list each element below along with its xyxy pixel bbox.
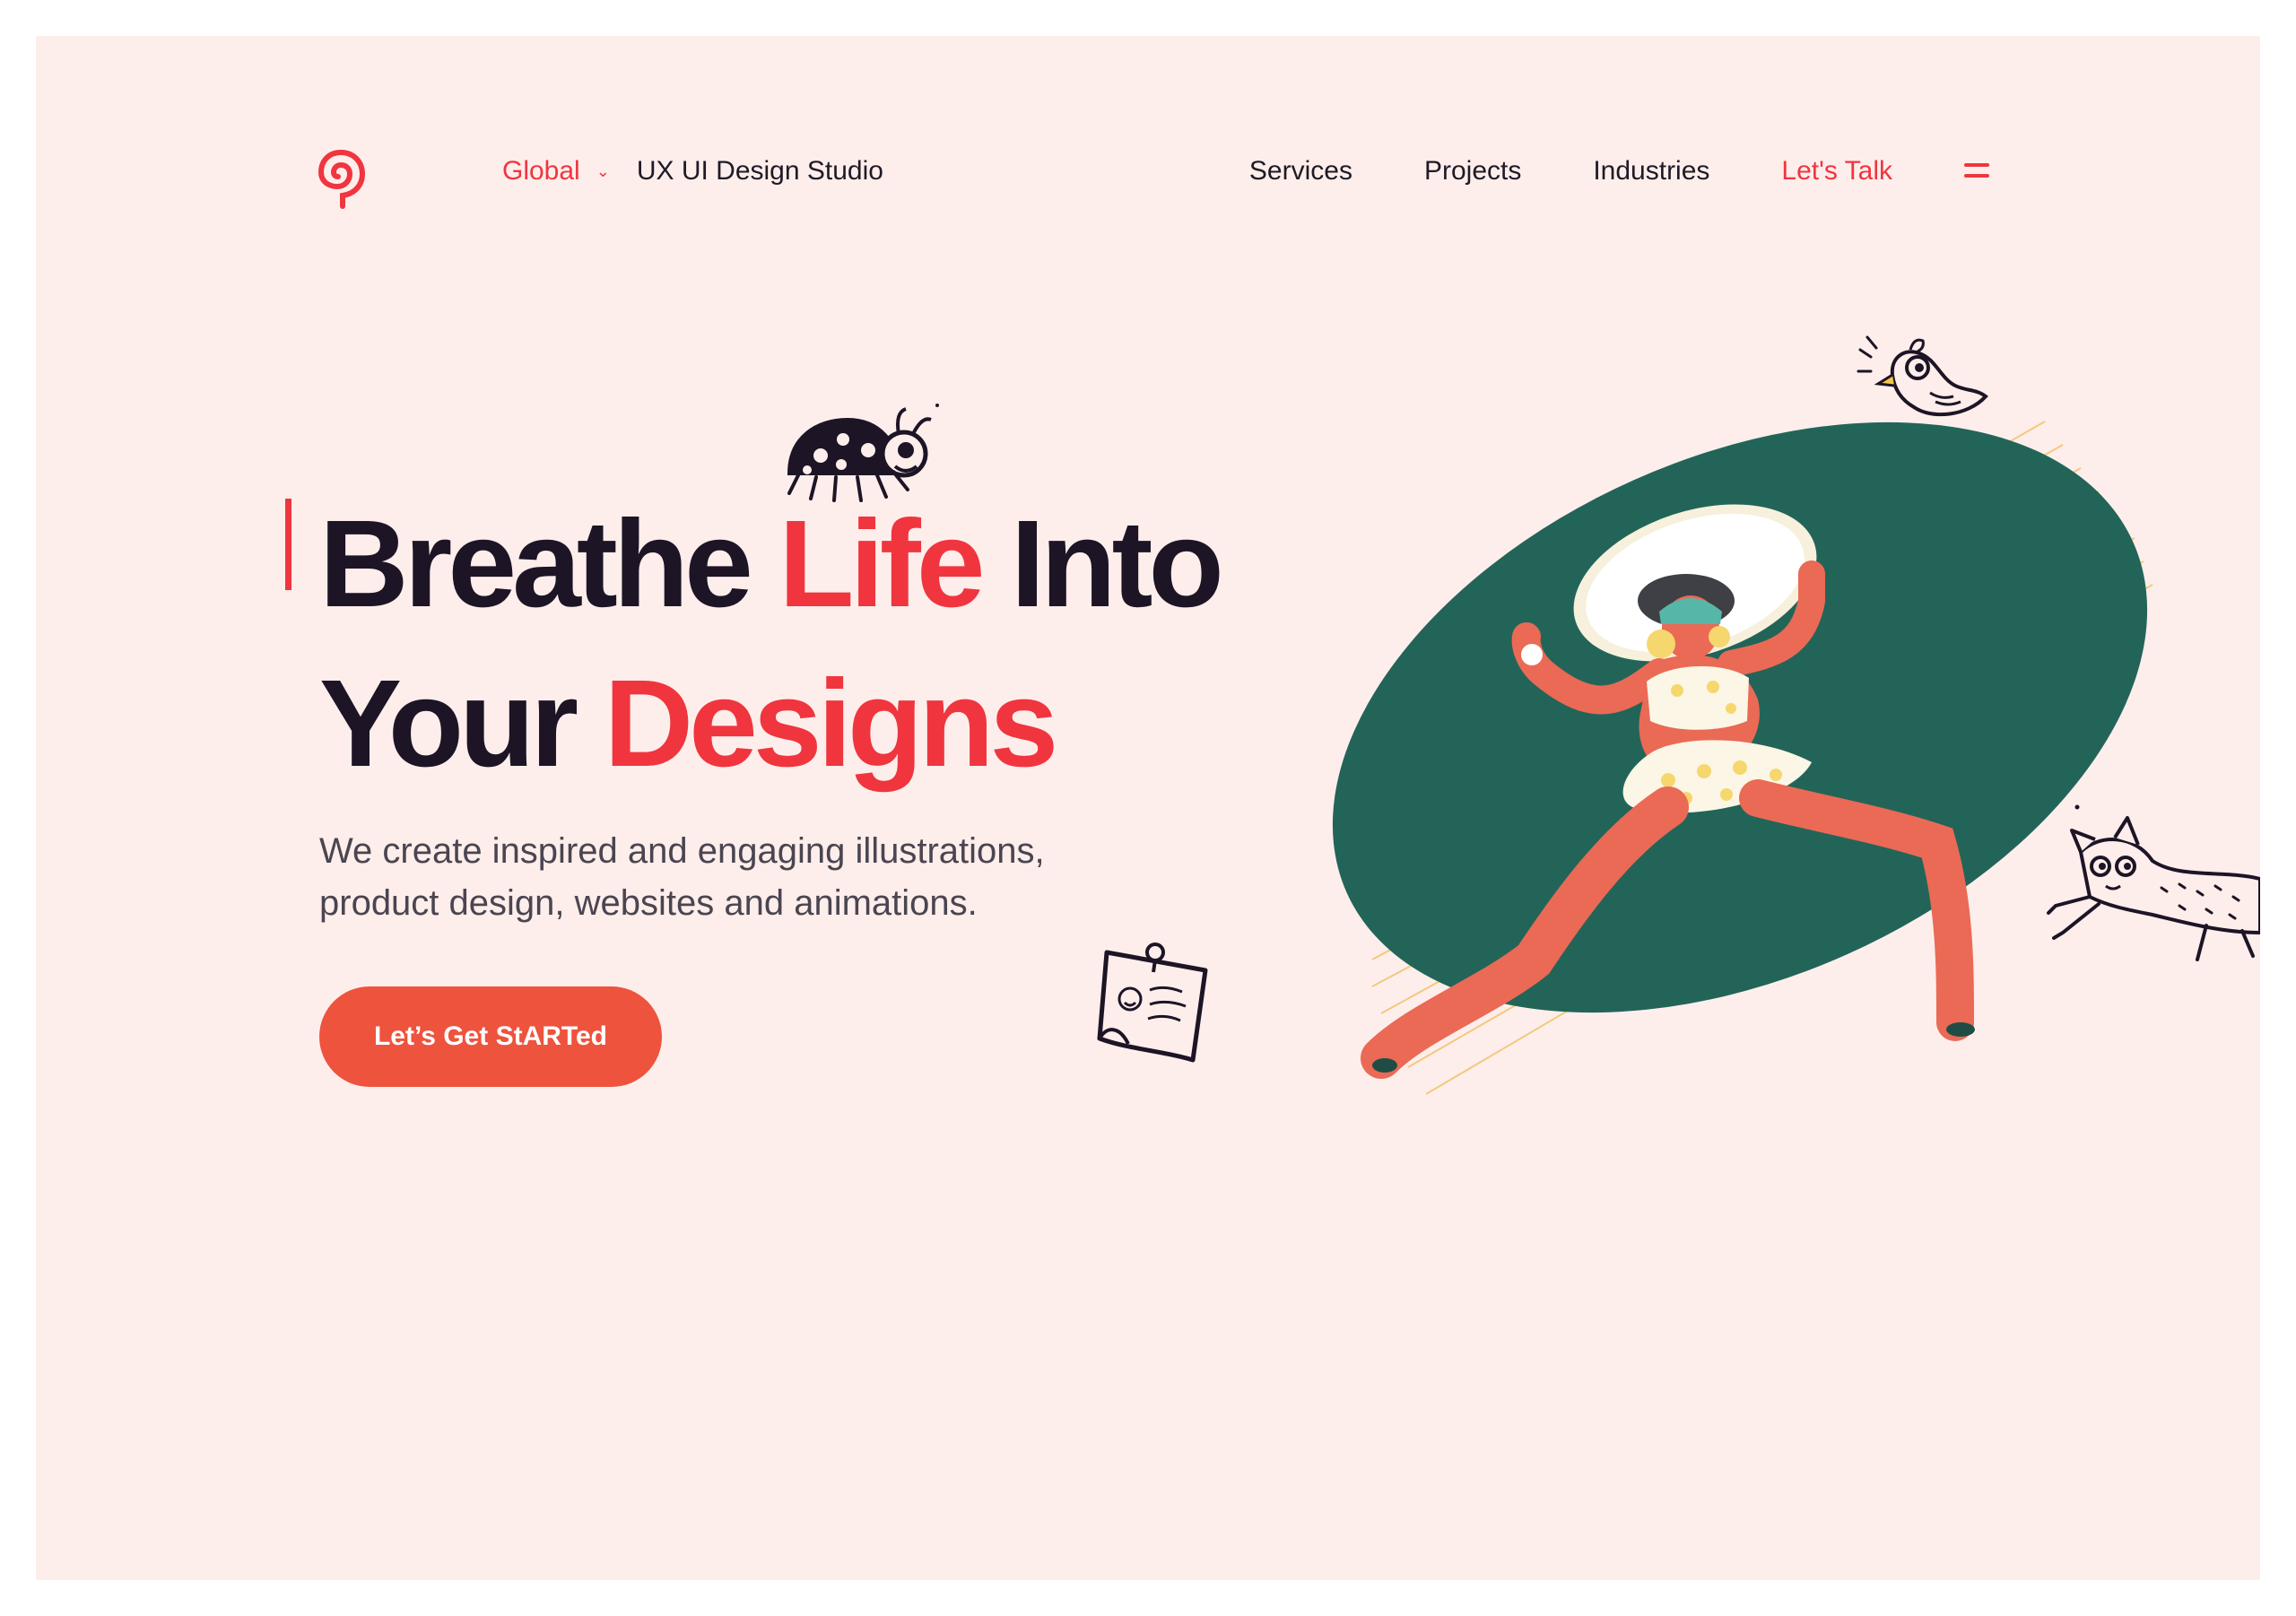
- title-highlight-designs: Designs: [604, 655, 1058, 793]
- nav-projects[interactable]: Projects: [1424, 156, 1521, 187]
- title-part-2: Into: [980, 495, 1224, 633]
- get-started-button[interactable]: Let’s Get StARTed: [319, 986, 662, 1087]
- title-accent-bar: [285, 499, 291, 590]
- main-nav: Services Projects Industries Let's Talk: [1249, 156, 1991, 187]
- menu-icon[interactable]: [1964, 161, 1991, 181]
- nav-services[interactable]: Services: [1249, 156, 1352, 187]
- subtitle-line-1: We create inspired and engaging illustra…: [319, 831, 1045, 871]
- hero-title: Breathe Life Into Your Designs: [319, 484, 1224, 804]
- logo-icon[interactable]: [316, 143, 366, 215]
- hero-page: Global ⌄ UX UI Design Studio Services Pr…: [36, 36, 2260, 1580]
- chevron-down-icon: ⌄: [596, 162, 610, 180]
- ladybug-icon: [787, 404, 939, 502]
- nav-lets-talk[interactable]: Let's Talk: [1781, 156, 1892, 187]
- nav-industries[interactable]: Industries: [1593, 156, 1709, 187]
- header-left: Global ⌄ UX UI Design Studio: [502, 156, 883, 187]
- region-selector[interactable]: Global ⌄: [502, 156, 637, 187]
- studio-tagline: UX UI Design Studio: [636, 156, 883, 186]
- title-part-1: Breathe: [319, 495, 779, 633]
- hero-subtitle: We create inspired and engaging illustra…: [319, 825, 1198, 929]
- pinned-note-icon: [1097, 943, 1208, 1063]
- subtitle-line-2: product design, websites and animations.: [319, 883, 978, 923]
- title-part-3: Your: [319, 655, 604, 793]
- region-label: Global: [502, 156, 580, 186]
- hero-illustration: [1332, 421, 2153, 1095]
